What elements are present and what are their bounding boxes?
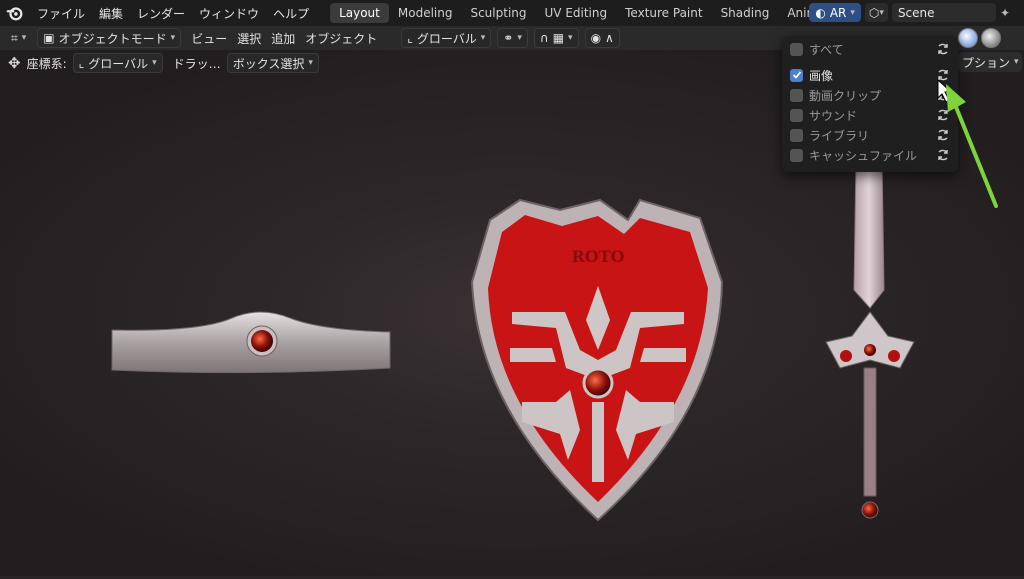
pivot-icon: ⚭: [503, 31, 514, 45]
coord-label: 座標系:: [26, 56, 67, 71]
coord-system-label: グローバル: [88, 56, 149, 71]
scene-selector: ◐ AR ▾ ⬡ ▾ Scene ✦: [809, 3, 1010, 22]
pivot-dropdown[interactable]: ⚭ ▾: [497, 28, 528, 48]
tab-modeling[interactable]: Modeling: [389, 3, 462, 23]
workspace-tabs: Layout Modeling Sculpting UV Editing Tex…: [330, 2, 891, 24]
orientation-dropdown[interactable]: ⌞ グローバル ▾: [401, 28, 492, 48]
annotation-arrow: [937, 78, 998, 208]
checkmark-icon: [792, 71, 801, 79]
drag-mode-dropdown[interactable]: ボックス選択 ▾: [226, 53, 319, 73]
object-mode-icon: ▣: [43, 31, 55, 45]
scene-name-field[interactable]: Scene: [891, 3, 996, 22]
rendered-icon[interactable]: [981, 28, 1001, 48]
popup-item-label: サウンド: [809, 108, 858, 123]
chevron-down-icon: ▾: [879, 7, 884, 18]
popup-item-sounds[interactable]: サウンド: [790, 106, 950, 124]
transform-orientation-icon: ⌞: [78, 56, 85, 70]
checkbox[interactable]: [790, 88, 803, 102]
mode-label: オブジェクトモード: [58, 31, 167, 46]
shield-emblem-text: ROTO: [571, 247, 624, 266]
coord-system-dropdown[interactable]: ⌞ グローバル ▾: [72, 53, 163, 73]
move-icon: ✥: [8, 54, 21, 72]
refresh-icon[interactable]: [936, 42, 950, 56]
chevron-down-icon: ▾: [170, 33, 176, 43]
tab-layout[interactable]: Layout: [330, 3, 389, 23]
tab-texture-paint[interactable]: Texture Paint: [616, 3, 711, 23]
menu-select[interactable]: 選択: [237, 30, 261, 47]
popup-item-label: 画像: [809, 68, 834, 83]
popup-item-label: ライブラリ: [809, 128, 870, 143]
checkbox[interactable]: [790, 128, 803, 142]
orientation-label: グローバル: [416, 31, 477, 46]
menu-help[interactable]: ヘルプ: [266, 5, 316, 22]
drag-mode-label: ボックス選択: [232, 56, 305, 71]
tab-sculpting[interactable]: Sculpting: [461, 3, 535, 23]
shading-buttons: [958, 28, 1001, 48]
proportional-edit-dropdown[interactable]: ◉ ∧: [584, 28, 620, 48]
checkbox[interactable]: [790, 148, 803, 162]
menu-window[interactable]: ウィンドウ: [192, 5, 266, 22]
mode-dropdown[interactable]: ▣ オブジェクトモード ▾: [37, 28, 182, 48]
pin-icon[interactable]: ✦: [1000, 6, 1010, 20]
popup-item-all[interactable]: すべて: [790, 40, 950, 58]
popup-item-label: すべて: [809, 42, 844, 57]
menu-add[interactable]: 追加: [271, 30, 295, 47]
grid-icon: ⌗: [11, 30, 18, 45]
chevron-down-icon: ▾: [517, 33, 522, 43]
popup-item-label: キャッシュファイル: [809, 148, 918, 163]
top-bar: ファイル 編集 レンダー ウィンドウ ヘルプ Layout Modeling S…: [0, 0, 1024, 26]
sword: [825, 159, 915, 519]
tab-shading[interactable]: Shading: [712, 3, 779, 23]
magnet-icon: ∩: [539, 31, 549, 45]
render-engine-label: AR: [829, 5, 847, 20]
checkbox[interactable]: [790, 108, 803, 122]
menu-object[interactable]: オブジェクト: [305, 30, 377, 47]
transform-orientation-icon: ⌞: [407, 31, 413, 45]
menu-render[interactable]: レンダー: [130, 5, 192, 22]
checkbox-checked[interactable]: [790, 68, 803, 82]
green-arrow-icon: [952, 100, 998, 208]
chevron-down-icon: ▾: [308, 58, 313, 68]
tab-uv-editing[interactable]: UV Editing: [536, 3, 617, 23]
chevron-down-icon: ▾: [480, 33, 486, 43]
menu-view[interactable]: ビュー: [191, 30, 227, 47]
proportional-edit-icon: ◉: [590, 31, 602, 45]
popup-item-label: 動画クリップ: [809, 88, 882, 103]
chevron-down-icon: ▾: [1014, 57, 1019, 67]
camera-icon: ◐: [815, 5, 826, 20]
chevron-down-icon: ▾: [21, 33, 27, 43]
chevron-down-icon: ▾: [850, 7, 855, 18]
menu-edit[interactable]: 編集: [92, 5, 130, 22]
popup-item-movie-clips[interactable]: 動画クリップ: [790, 86, 950, 104]
chevron-down-icon: ▾: [152, 58, 157, 68]
popup-item-images[interactable]: 画像: [790, 66, 950, 84]
scene-icon: ⬡: [868, 5, 880, 20]
snap-target-icon: ▦: [552, 31, 565, 45]
circlet: [111, 311, 391, 374]
material-preview-icon[interactable]: [958, 28, 978, 48]
chevron-down-icon: ▾: [568, 33, 573, 43]
checkbox[interactable]: [790, 42, 803, 56]
blender-logo-icon[interactable]: [6, 4, 24, 22]
popup-item-cache-files[interactable]: キャッシュファイル: [790, 146, 950, 164]
drag-label: ドラッ…: [172, 56, 221, 71]
scene-browse-button[interactable]: ⬡ ▾: [864, 3, 888, 22]
popup-item-libraries[interactable]: ライブラリ: [790, 126, 950, 144]
options-dropdown[interactable]: プション ▾: [958, 52, 1022, 72]
menu-file[interactable]: ファイル: [30, 5, 92, 22]
shield: ROTO: [470, 198, 724, 522]
render-engine-dropdown[interactable]: ◐ AR ▾: [809, 3, 861, 22]
falloff-icon: ∧: [605, 31, 614, 45]
snap-dropdown[interactable]: ∩ ▦ ▾: [533, 28, 579, 48]
scene-name: Scene: [897, 5, 935, 20]
editor-type-dropdown[interactable]: ⌗ ▾: [6, 29, 31, 47]
options-label: プション: [962, 55, 1011, 70]
